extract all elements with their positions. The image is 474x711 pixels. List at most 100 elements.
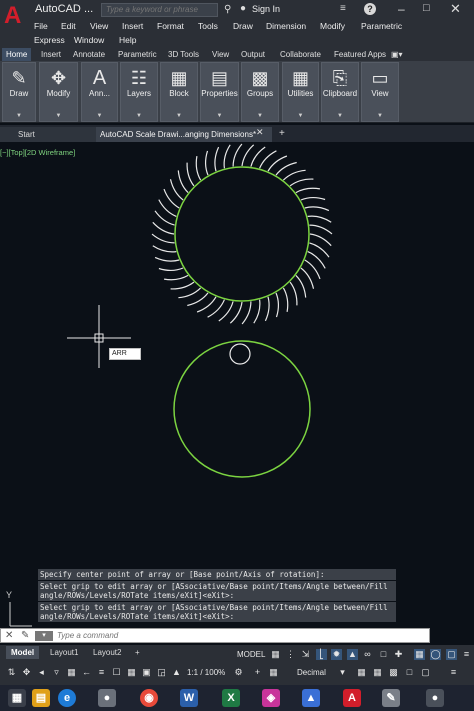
turbine-blade[interactable] (196, 296, 217, 313)
layout-tab-model[interactable]: Model (6, 646, 40, 659)
graphics-performance-icon[interactable]: ▣ (141, 667, 152, 678)
help-icon[interactable]: ? (364, 3, 376, 15)
turbine-blade[interactable] (232, 143, 243, 167)
turbine-blade[interactable] (304, 206, 330, 212)
ribbon-tab-parametric[interactable]: Parametric (114, 48, 161, 61)
turbine-blade[interactable] (307, 215, 332, 223)
transparency-icon[interactable]: ▦ (414, 649, 425, 660)
ribbon-tab-3d-tools[interactable]: 3D Tools (164, 48, 203, 61)
task-view-icon[interactable]: ▦ (8, 689, 26, 707)
ribbon-tab-insert[interactable]: Insert (37, 48, 65, 61)
menu-express[interactable]: Express (34, 35, 65, 45)
selection-filter-icon[interactable]: ◂ (36, 667, 47, 678)
ribbon-tab-view[interactable]: View (208, 48, 233, 61)
customization-icon[interactable]: ≡ (461, 649, 472, 660)
status-menu-icon[interactable]: ≡ (448, 667, 459, 678)
drawing-canvas[interactable] (0, 142, 474, 632)
sign-in-button[interactable]: Sign In (252, 4, 280, 14)
units-toggle-icon[interactable]: ← (81, 667, 92, 678)
turbine-blade[interactable] (163, 274, 189, 281)
tab-drawing[interactable]: AutoCAD Scale Drawi...anging Dimensions* (96, 127, 272, 142)
customize-icon[interactable]: ✎ (21, 629, 29, 643)
annotation-scale-value[interactable]: 1:1 / 100% (187, 666, 225, 679)
turbine-blade[interactable] (282, 169, 306, 181)
ribbon-layers-button[interactable]: ☷ Layers ▼ (120, 62, 158, 122)
turbine-blade[interactable] (218, 301, 234, 322)
turbine-blade[interactable] (170, 281, 195, 290)
turbine-blade[interactable] (275, 292, 280, 318)
tab-close-icon[interactable]: ✕ (256, 127, 264, 138)
layout-tab-layout1[interactable]: Layout1 (45, 646, 83, 659)
new-tab-icon[interactable]: + (279, 128, 285, 139)
turbine-blade[interactable] (295, 187, 321, 194)
model-space-button[interactable]: MODEL (237, 648, 265, 661)
menu-help[interactable]: Help (119, 35, 136, 45)
app-icon[interactable]: ● (98, 689, 116, 707)
word-icon[interactable]: W (180, 689, 198, 707)
turbine-blade[interactable] (195, 155, 202, 181)
ribbon-block-button[interactable]: ▦ Block ▼ (160, 62, 198, 122)
tab-start[interactable]: Start (0, 127, 96, 142)
photos-icon[interactable]: ▲ (302, 689, 320, 707)
command-input[interactable] (57, 629, 417, 642)
autoscale-icon[interactable]: ✥ (21, 667, 32, 678)
paint-icon[interactable]: ◈ (262, 689, 280, 707)
ortho-icon[interactable]: ⎣ (316, 649, 327, 660)
lineweight-icon[interactable]: ✚ (393, 649, 404, 660)
excel-icon[interactable]: X (222, 689, 240, 707)
turbine-blade[interactable] (223, 144, 231, 169)
turbine-blade[interactable] (295, 274, 307, 298)
object-snap-tracking-icon[interactable]: ∞ (362, 649, 373, 660)
ribbon-properties-button[interactable]: ▤ Properties ▼ (200, 62, 239, 122)
turbine-blade[interactable] (309, 224, 333, 235)
close-window-button[interactable]: ✕ (450, 1, 461, 17)
annotation-visibility-icon[interactable]: ⇅ (6, 667, 17, 678)
turbine-blade[interactable] (304, 259, 321, 280)
object-snap-icon[interactable]: □ (378, 649, 389, 660)
ribbon-tab-output[interactable]: Output (237, 48, 269, 61)
turbine-blade[interactable] (158, 199, 177, 217)
turbine-blade[interactable] (163, 188, 180, 209)
ribbon-utilities-button[interactable]: ▦ Utilities ▼ (282, 62, 319, 122)
ribbon-tab-annotate[interactable]: Annotate (69, 48, 109, 61)
large-circle-bottom[interactable] (173, 340, 311, 478)
edge-browser-icon[interactable]: e (58, 689, 76, 707)
ribbon-draw-button[interactable]: ✎ Draw ▼ (2, 62, 36, 122)
isodraft-icon[interactable]: ▲ (347, 649, 358, 660)
ribbon-view-button[interactable]: ▭ View ▼ (361, 62, 399, 122)
lock-ui-icon[interactable]: ☐ (111, 667, 122, 678)
chevron-down-icon[interactable]: ▾ (337, 667, 348, 678)
menu-draw[interactable]: Draw (233, 21, 253, 31)
infer-constraints-icon[interactable]: ⇲ (300, 649, 311, 660)
polar-tracking-icon[interactable]: ✹ (331, 649, 342, 660)
turbine-blade[interactable] (264, 296, 270, 322)
fullscreen-icon[interactable]: ▢ (420, 667, 431, 678)
file-explorer-icon[interactable]: ▤ (32, 689, 50, 707)
3d-osnap-icon[interactable]: ▢ (446, 649, 457, 660)
annotation-monitor-icon[interactable]: ▦ (66, 667, 77, 678)
turbine-blade[interactable] (300, 196, 326, 201)
turbine-blade[interactable] (307, 251, 326, 269)
menu-view[interactable]: View (90, 21, 108, 31)
turbine-blade[interactable] (267, 155, 288, 172)
menu-format[interactable]: Format (157, 21, 184, 31)
turbine-blade[interactable] (204, 150, 209, 176)
close-icon[interactable]: ✕ (5, 629, 13, 643)
turbine-blade[interactable] (207, 299, 225, 318)
snap-icon[interactable]: ⋮ (285, 649, 296, 660)
ribbon-tab-switcher-icon[interactable]: ▣▾ (391, 48, 403, 61)
workspace-switch-icon[interactable]: ⚙ (233, 667, 244, 678)
maximize-button[interactable]: □ (423, 2, 430, 14)
large-circle-top[interactable] (174, 166, 310, 302)
menu-window[interactable]: Window (74, 35, 104, 45)
chrome-browser-icon[interactable]: ◉ (140, 689, 158, 707)
hardware-acceleration-icon[interactable]: ▦ (356, 667, 367, 678)
autocad-taskbar-icon[interactable]: ● (426, 689, 444, 707)
properties-toggle-icon[interactable]: ▦ (372, 667, 383, 678)
isolate-icon[interactable]: ▩ (388, 667, 399, 678)
menu-modify[interactable]: Modify (320, 21, 345, 31)
cleanscreen-icon[interactable]: □ (404, 667, 415, 678)
acrobat-icon[interactable]: A (343, 689, 361, 707)
turbine-blade[interactable] (154, 256, 180, 262)
turbine-blade[interactable] (158, 267, 184, 272)
